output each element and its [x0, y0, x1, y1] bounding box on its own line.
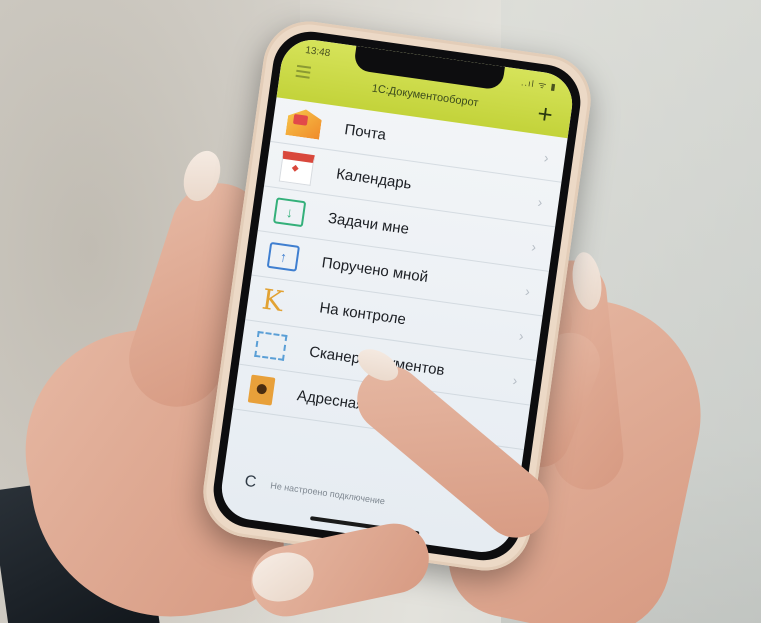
k-letter-icon: K — [260, 282, 286, 319]
chevron-right-icon: › — [536, 193, 544, 211]
chevron-right-icon: › — [524, 282, 532, 300]
calendar-icon — [278, 150, 315, 186]
status-time: 13:48 — [304, 44, 331, 60]
arrow-up-box-icon: ↑ — [266, 241, 301, 272]
scanner-frame-icon — [254, 330, 288, 361]
address-book-icon — [247, 374, 276, 406]
chevron-right-icon: › — [517, 327, 525, 344]
photo-scene: 13:48 ..ıl ᯤ ▮ 1С:Документооборот + Почт… — [0, 0, 761, 623]
status-icons: ..ıl ᯤ ▮ — [520, 77, 558, 93]
menu-item-label: Календарь — [335, 164, 413, 193]
chevron-right-icon: › — [530, 238, 538, 255]
connection-status-text: Не настроено подключение — [269, 480, 386, 507]
mail-icon — [285, 107, 323, 139]
menu-item-label: Поручено мной — [320, 253, 430, 286]
menu-item-label: Задачи мне — [327, 209, 411, 238]
menu-item-label: На контроле — [318, 298, 408, 328]
chevron-right-icon: › — [542, 149, 550, 166]
chevron-right-icon: › — [511, 372, 519, 389]
arrow-down-box-icon: ↓ — [272, 197, 307, 228]
menu-item-label: Почта — [343, 120, 388, 144]
add-plus-icon[interactable]: + — [536, 98, 555, 130]
refresh-icon[interactable]: C — [243, 473, 258, 492]
